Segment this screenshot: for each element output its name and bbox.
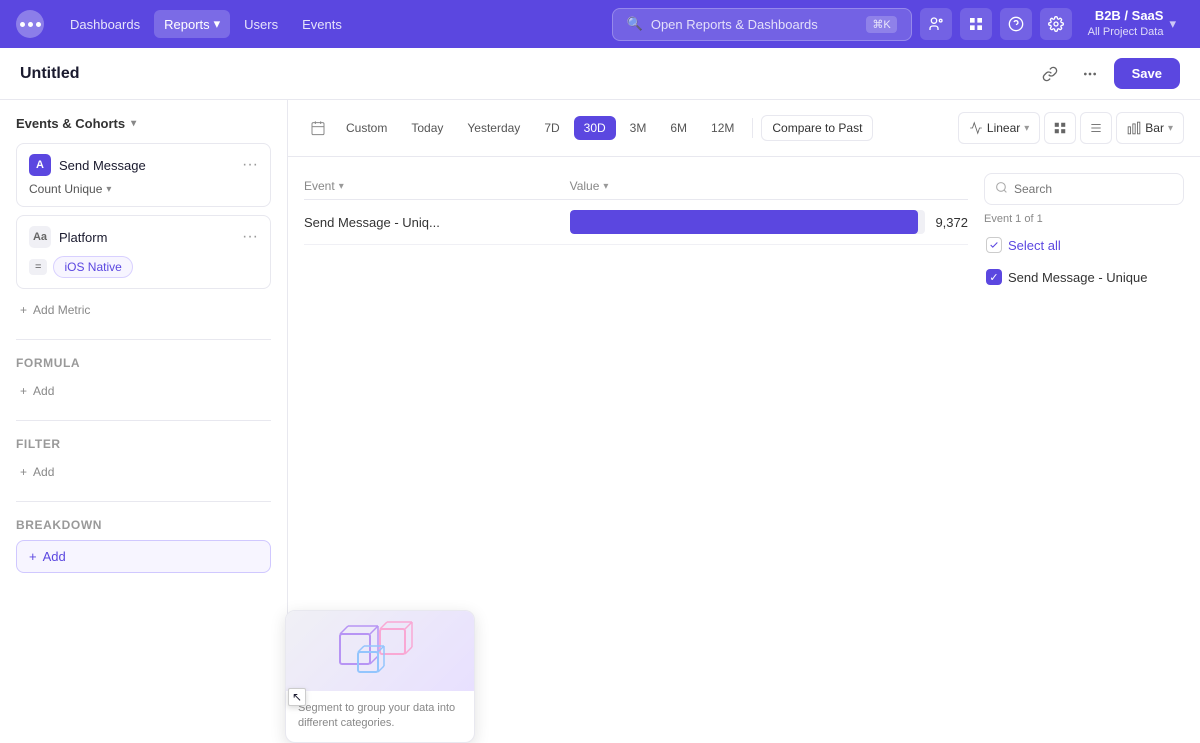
link-button[interactable] bbox=[1034, 58, 1066, 90]
subheader-actions: Save bbox=[1034, 58, 1180, 90]
platform-property-card: Aa Platform ··· = iOS Native bbox=[16, 215, 271, 289]
nav-dashboards[interactable]: Dashboards bbox=[60, 11, 150, 38]
tooltip-description: Segment to group your data into differen… bbox=[298, 701, 462, 732]
subheader: Untitled Save bbox=[0, 48, 1200, 100]
bar-track bbox=[570, 210, 926, 234]
select-all-row[interactable]: Select all bbox=[984, 233, 1184, 257]
chevron-down-icon: ▾ bbox=[1024, 123, 1029, 134]
event-more-button[interactable]: ··· bbox=[242, 157, 258, 173]
add-metric-button[interactable]: + Add Metric bbox=[16, 297, 271, 323]
plus-icon: + bbox=[20, 465, 27, 479]
nav-reports[interactable]: Reports ▾ bbox=[154, 10, 230, 38]
events-cohorts-header[interactable]: Events & Cohorts ▾ bbox=[16, 116, 271, 131]
settings-view-button[interactable] bbox=[1080, 112, 1112, 144]
user-chevron-icon: ▾ bbox=[1169, 16, 1176, 32]
time-custom-button[interactable]: Custom bbox=[336, 116, 397, 140]
cursor-indicator: ↖ bbox=[288, 688, 306, 706]
settings-button[interactable] bbox=[1040, 8, 1072, 40]
time-12m-button[interactable]: 12M bbox=[701, 116, 744, 140]
nav-events[interactable]: Events bbox=[292, 11, 352, 38]
property-name: Platform bbox=[59, 230, 107, 245]
topnav-right: B2B / SaaS All Project Data ▾ bbox=[920, 4, 1184, 43]
nav-users[interactable]: Users bbox=[234, 11, 288, 38]
more-options-button[interactable] bbox=[1074, 58, 1106, 90]
search-icon: 🔍 bbox=[627, 16, 643, 32]
event-card-send-message: A Send Message ··· Count Unique ▾ bbox=[16, 143, 271, 207]
chevron-down-icon: ▾ bbox=[1168, 123, 1173, 134]
select-all-label: Select all bbox=[1008, 238, 1061, 253]
property-value: iOS Native bbox=[53, 256, 132, 278]
content-area: Custom Today Yesterday 7D 30D 3M 6M 12M … bbox=[288, 100, 1200, 651]
time-30d-button[interactable]: 30D bbox=[574, 116, 616, 140]
row-bar-area: 9,372 bbox=[570, 210, 968, 234]
time-3m-button[interactable]: 3M bbox=[620, 116, 657, 140]
notifications-button[interactable] bbox=[920, 8, 952, 40]
user-menu[interactable]: B2B / SaaS All Project Data ▾ bbox=[1080, 4, 1184, 43]
formula-add-button[interactable]: + Add bbox=[16, 378, 271, 404]
search-shortcut: ⌘K bbox=[866, 16, 896, 33]
table-row: Send Message - Uniq... 9,372 bbox=[304, 200, 968, 245]
time-6m-button[interactable]: 6M bbox=[660, 116, 697, 140]
app-logo[interactable] bbox=[16, 10, 44, 38]
chart-type-selector[interactable]: Bar ▾ bbox=[1116, 112, 1184, 144]
event-item-checkbox[interactable]: ✓ bbox=[986, 269, 1002, 285]
property-badge: Aa bbox=[29, 226, 51, 248]
event-col-chevron[interactable]: ▾ bbox=[339, 181, 344, 192]
tooltip-text: Segment to group your data into differen… bbox=[286, 691, 474, 742]
bar-value: 9,372 bbox=[935, 215, 968, 230]
plus-icon: + bbox=[20, 303, 27, 317]
eq-operator: = bbox=[29, 259, 47, 275]
time-today-button[interactable]: Today bbox=[401, 116, 453, 140]
toolbar-divider bbox=[752, 118, 753, 138]
chevron-down-icon: ▾ bbox=[131, 118, 136, 129]
chart-toolbar: Custom Today Yesterday 7D 30D 3M 6M 12M … bbox=[288, 100, 1200, 157]
value-col-chevron[interactable]: ▾ bbox=[603, 181, 608, 192]
save-button[interactable]: Save bbox=[1114, 58, 1180, 89]
tooltip-image bbox=[286, 611, 474, 691]
nav-links: Dashboards Reports ▾ Users Events bbox=[60, 10, 604, 38]
select-all-checkbox[interactable] bbox=[986, 237, 1002, 253]
event-name: Send Message bbox=[59, 158, 146, 173]
chart-area: Event ▾ Value ▾ Send Message - Uniq... bbox=[288, 157, 1200, 651]
main-content: Events & Cohorts ▾ A Send Message ··· Co… bbox=[0, 100, 1200, 651]
bar-fill bbox=[570, 210, 919, 234]
breakdown-tooltip: Segment to group your data into differen… bbox=[285, 610, 475, 743]
property-more-button[interactable]: ··· bbox=[242, 229, 258, 245]
chart-main: Event ▾ Value ▾ Send Message - Uniq... bbox=[304, 173, 968, 635]
event-count: Event 1 of 1 bbox=[984, 213, 1184, 225]
page-title: Untitled bbox=[20, 65, 1022, 83]
event-item-label: Send Message - Unique bbox=[1008, 270, 1147, 285]
breakdown-section-label: Breakdown bbox=[16, 518, 271, 532]
grid-view-button[interactable] bbox=[1044, 112, 1076, 144]
plus-icon: + bbox=[29, 549, 37, 564]
property-value-row: = iOS Native bbox=[29, 256, 258, 278]
time-yesterday-button[interactable]: Yesterday bbox=[457, 116, 530, 140]
chevron-down-icon: ▾ bbox=[106, 184, 111, 195]
search-icon bbox=[995, 181, 1008, 197]
time-7d-button[interactable]: 7D bbox=[534, 116, 569, 140]
right-panel: Event 1 of 1 Select all ✓ Send Message -… bbox=[984, 173, 1184, 635]
event-count-selector[interactable]: Count Unique ▾ bbox=[29, 182, 258, 196]
top-navigation: Dashboards Reports ▾ Users Events 🔍 Open… bbox=[0, 0, 1200, 48]
event-search[interactable] bbox=[984, 173, 1184, 205]
list-item[interactable]: ✓ Send Message - Unique bbox=[984, 265, 1184, 289]
global-search[interactable]: 🔍 Open Reports & Dashboards ⌘K bbox=[612, 8, 912, 41]
left-sidebar: Events & Cohorts ▾ A Send Message ··· Co… bbox=[0, 100, 288, 651]
breakdown-add-button[interactable]: + Add bbox=[16, 540, 271, 573]
chart-table-header: Event ▾ Value ▾ bbox=[304, 173, 968, 200]
formula-section-label: Formula bbox=[16, 356, 271, 370]
toolbar-right: Linear ▾ Bar ▾ bbox=[958, 112, 1184, 144]
apps-button[interactable] bbox=[960, 8, 992, 40]
help-button[interactable] bbox=[1000, 8, 1032, 40]
search-input[interactable] bbox=[1014, 182, 1173, 196]
row-event-label: Send Message - Uniq... bbox=[304, 215, 570, 230]
filter-add-button[interactable]: + Add bbox=[16, 459, 271, 485]
compare-to-past-button[interactable]: Compare to Past bbox=[761, 115, 873, 141]
chevron-down-icon: ▾ bbox=[214, 16, 221, 32]
event-badge: A bbox=[29, 154, 51, 176]
linear-selector[interactable]: Linear ▾ bbox=[958, 112, 1040, 144]
plus-icon: + bbox=[20, 384, 27, 398]
calendar-icon bbox=[304, 114, 332, 142]
filter-section-label: Filter bbox=[16, 437, 271, 451]
